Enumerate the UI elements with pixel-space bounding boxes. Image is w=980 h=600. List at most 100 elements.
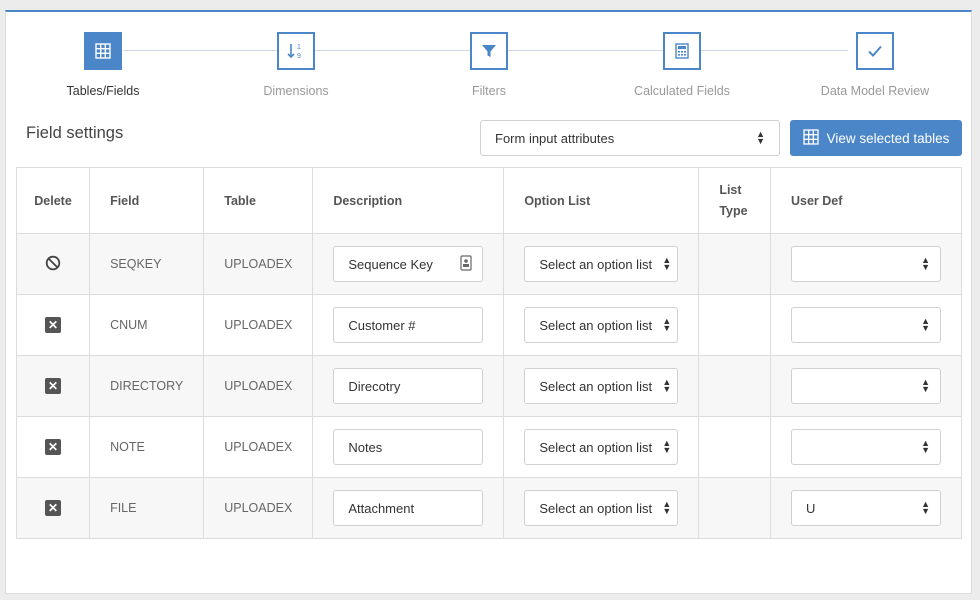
table-row: ✕ CNUM UPLOADEX Customer # Select an opt… bbox=[15, 294, 962, 356]
description-input[interactable]: Notes bbox=[333, 429, 484, 465]
step-dimensions[interactable]: 19 Dimensions bbox=[206, 32, 386, 98]
user-def-select[interactable]: ▲ ▼ bbox=[791, 307, 941, 343]
description-cell: Notes bbox=[312, 416, 505, 478]
col-table: Table bbox=[203, 167, 314, 234]
user-def-select[interactable]: U ▲ ▼ bbox=[791, 490, 941, 526]
field-settings-table: Delete Field Table Description Option Li… bbox=[15, 167, 962, 539]
option-list-select[interactable]: Select an option list ▲ ▼ bbox=[524, 307, 679, 343]
description-cell: Attachment bbox=[312, 477, 505, 539]
grid-icon bbox=[84, 32, 122, 70]
table-row: ✕ FILE UPLOADEX Attachment Select an opt… bbox=[15, 477, 962, 539]
option-list-cell: Select an option list ▲ ▼ bbox=[503, 355, 700, 417]
user-def-value: U bbox=[806, 500, 816, 516]
delete-cell: ✕ bbox=[15, 294, 91, 356]
description-input[interactable]: Attachment bbox=[333, 490, 484, 526]
select-arrows-icon: ▲ ▼ bbox=[662, 499, 672, 516]
col-list-type: List Type bbox=[698, 167, 771, 234]
delete-x-icon[interactable]: ✕ bbox=[45, 439, 62, 455]
contact-card-icon bbox=[460, 254, 472, 274]
user-def-cell: ▲ ▼ bbox=[770, 416, 962, 478]
description-cell: Sequence Key bbox=[312, 233, 505, 295]
option-list-cell: Select an option list ▲ ▼ bbox=[503, 233, 700, 295]
form-attributes-select[interactable]: Form input attributes ▲ ▼ bbox=[480, 120, 780, 156]
view-selected-tables-button[interactable]: View selected tables bbox=[790, 120, 962, 156]
calculator-icon bbox=[663, 32, 701, 70]
description-cell: Direcotry bbox=[312, 355, 505, 417]
list-type-cell bbox=[698, 294, 771, 356]
user-def-select[interactable]: ▲ ▼ bbox=[791, 246, 941, 282]
description-input[interactable]: Customer # bbox=[333, 307, 484, 343]
select-arrows-icon: ▲ ▼ bbox=[921, 377, 930, 394]
delete-cell: ✕ bbox=[15, 416, 91, 478]
table-row: SEQKEY UPLOADEX Sequence Key Select an o… bbox=[15, 233, 962, 295]
field-cell: DIRECTORY bbox=[89, 355, 205, 417]
user-def-select[interactable]: ▲ ▼ bbox=[791, 429, 941, 465]
select-arrows-icon: ▲ ▼ bbox=[662, 316, 672, 333]
delete-x-icon[interactable]: ✕ bbox=[45, 378, 62, 394]
option-list-cell: Select an option list ▲ ▼ bbox=[503, 294, 700, 356]
col-user-def: User Def bbox=[770, 167, 962, 234]
step-label: Dimensions bbox=[263, 84, 329, 98]
step-label: Tables/Fields bbox=[66, 84, 140, 98]
step-label: Calculated Fields bbox=[634, 84, 730, 98]
col-description: Description bbox=[312, 167, 505, 234]
col-list-type-line2: Type bbox=[719, 203, 748, 218]
delete-x-icon[interactable]: ✕ bbox=[45, 500, 62, 516]
select-arrows-icon: ▲ ▼ bbox=[662, 377, 672, 394]
user-def-cell: U ▲ ▼ bbox=[770, 477, 962, 539]
delete-x-icon[interactable]: ✕ bbox=[45, 317, 62, 333]
description-input[interactable]: Sequence Key bbox=[333, 246, 484, 282]
option-list-select[interactable]: Select an option list ▲ ▼ bbox=[524, 368, 679, 404]
option-list-value: Select an option list bbox=[539, 256, 653, 272]
description-value: Direcotry bbox=[348, 378, 401, 394]
table-cell: UPLOADEX bbox=[203, 233, 314, 295]
delete-cell bbox=[15, 233, 91, 295]
field-cell: FILE bbox=[89, 477, 205, 539]
select-value: Form input attributes bbox=[495, 130, 615, 146]
select-arrows-icon: ▲ ▼ bbox=[921, 255, 930, 272]
option-list-select[interactable]: Select an option list ▲ ▼ bbox=[524, 246, 679, 282]
select-arrows-icon: ▲ ▼ bbox=[662, 255, 672, 272]
option-list-select[interactable]: Select an option list ▲ ▼ bbox=[524, 490, 679, 526]
col-list-type-line1: List bbox=[719, 182, 742, 197]
user-def-cell: ▲ ▼ bbox=[770, 294, 962, 356]
step-label: Filters bbox=[471, 84, 507, 98]
table-row: ✕ DIRECTORY UPLOADEX Direcotry Select an… bbox=[15, 355, 962, 417]
list-type-cell bbox=[698, 477, 771, 539]
list-type-cell bbox=[698, 355, 771, 417]
step-data-model-review[interactable]: Data Model Review bbox=[785, 32, 965, 98]
field-cell: CNUM bbox=[89, 294, 205, 356]
table-cell: UPLOADEX bbox=[203, 294, 314, 356]
select-arrows-icon: ▲ ▼ bbox=[921, 316, 930, 333]
step-filters[interactable]: Filters bbox=[399, 32, 579, 98]
page-title: Field settings bbox=[26, 124, 124, 142]
main-panel: Tables/Fields 19 Dimensions Filters Calc… bbox=[5, 10, 972, 594]
ban-icon[interactable] bbox=[45, 255, 61, 274]
user-def-select[interactable]: ▲ ▼ bbox=[791, 368, 941, 404]
option-list-cell: Select an option list ▲ ▼ bbox=[503, 477, 700, 539]
table-row: ✕ NOTE UPLOADEX Notes Select an option l… bbox=[15, 416, 962, 478]
table-cell: UPLOADEX bbox=[203, 416, 314, 478]
table-header-row: Delete Field Table Description Option Li… bbox=[15, 167, 962, 234]
field-cell: NOTE bbox=[89, 416, 205, 478]
check-icon bbox=[856, 32, 894, 70]
wizard-steps: Tables/Fields 19 Dimensions Filters Calc… bbox=[6, 12, 973, 112]
sort-numeric-icon: 19 bbox=[277, 32, 315, 70]
svg-text:9: 9 bbox=[297, 53, 301, 60]
description-cell: Customer # bbox=[312, 294, 505, 356]
col-delete: Delete bbox=[15, 167, 91, 234]
option-list-value: Select an option list bbox=[539, 439, 653, 455]
filter-icon bbox=[470, 32, 508, 70]
step-calculated-fields[interactable]: Calculated Fields bbox=[592, 32, 772, 98]
col-option-list: Option List bbox=[503, 167, 700, 234]
step-tables-fields[interactable]: Tables/Fields bbox=[13, 32, 193, 98]
select-arrows-icon: ▲ ▼ bbox=[921, 438, 930, 455]
description-input[interactable]: Direcotry bbox=[333, 368, 484, 404]
delete-cell: ✕ bbox=[15, 355, 91, 417]
option-list-select[interactable]: Select an option list ▲ ▼ bbox=[524, 429, 679, 465]
table-cell: UPLOADEX bbox=[203, 355, 314, 417]
grid-icon bbox=[802, 128, 819, 148]
description-value: Notes bbox=[348, 439, 383, 455]
svg-text:1: 1 bbox=[297, 44, 301, 51]
user-def-cell: ▲ ▼ bbox=[770, 233, 962, 295]
